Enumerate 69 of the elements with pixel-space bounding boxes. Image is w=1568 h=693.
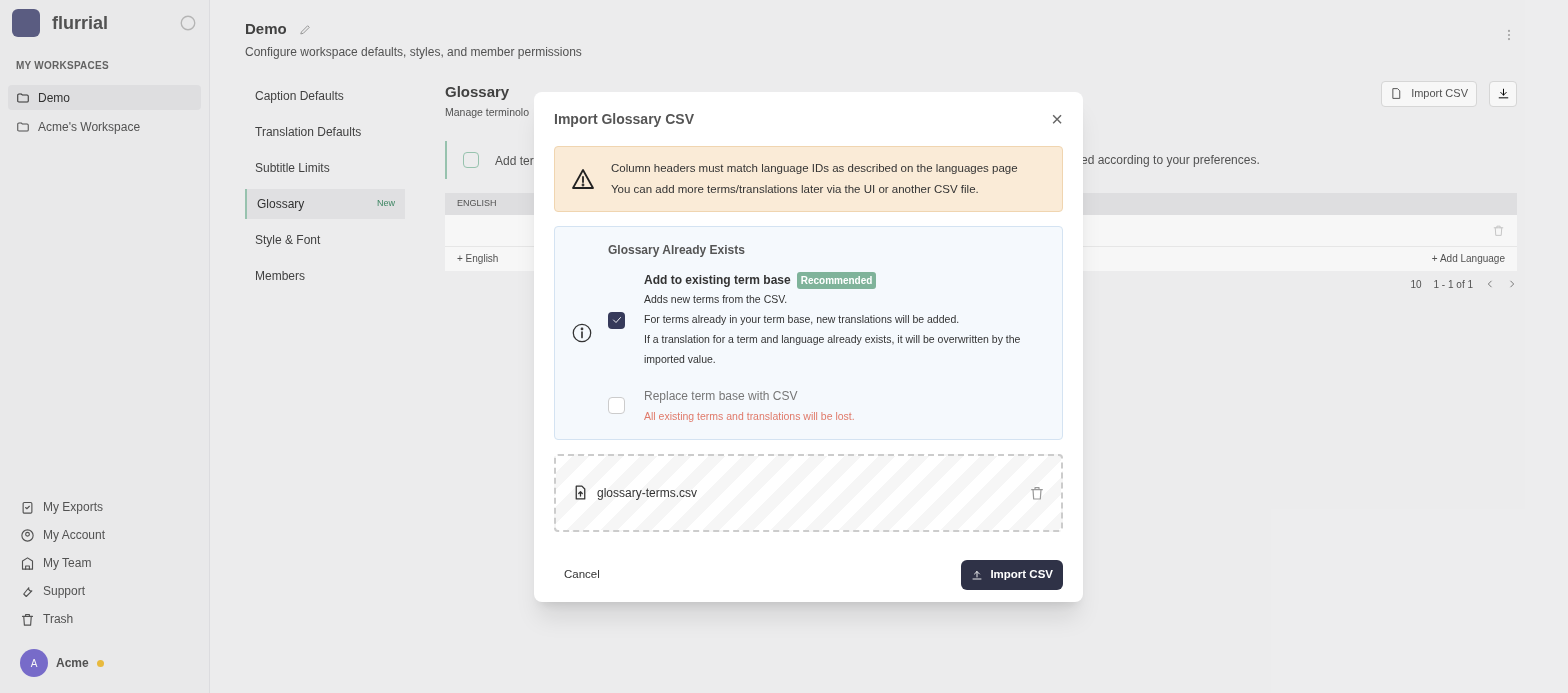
trash-icon	[20, 611, 35, 627]
upload-icon	[971, 568, 984, 581]
workspace-item[interactable]: Acme's Workspace	[8, 114, 201, 139]
section-subtitle: Manage terminolo	[445, 105, 530, 120]
section-header: MY WORKSPACES	[16, 59, 110, 73]
user-name: Acme	[56, 655, 89, 672]
warning-icon	[571, 167, 595, 191]
trash-icon	[1029, 484, 1045, 501]
building-icon	[20, 555, 35, 571]
warning-text: You can add more terms/translations later via the UI or another CSV file.	[611, 181, 980, 197]
trash-icon	[1492, 223, 1505, 237]
page-size-select[interactable]: 10	[1410, 276, 1422, 292]
sidebar-toggle-icon	[179, 14, 197, 32]
file-dropzone[interactable]: glossary-terms.csv	[554, 453, 1063, 532]
options-title: Glossary Already Exists	[608, 242, 746, 259]
logo-text: flurrial	[52, 11, 109, 35]
logo-icon	[12, 9, 40, 37]
option-description: If a translation for a term and language already exists, it will be overwritten by the imported value.	[644, 332, 1022, 367]
chevron-left-icon	[1485, 279, 1495, 290]
import-csv-button[interactable]: Import CSV	[1381, 80, 1477, 107]
checkbox-icon	[463, 151, 479, 168]
sidebar-link[interactable]: Support	[20, 581, 189, 601]
download-button[interactable]	[1489, 80, 1517, 107]
option-description: Adds new terms from the CSV.	[644, 292, 789, 307]
settings-tab[interactable]: Translation Defaults	[245, 116, 405, 147]
import-button[interactable]: Import CSV	[961, 559, 1063, 590]
delete-file-button[interactable]	[1029, 484, 1045, 501]
settings-tab[interactable]: Subtitle Limits	[245, 152, 405, 183]
dialog-title: Import Glossary CSV	[554, 109, 695, 129]
recommended-badge: Recommended	[796, 271, 877, 289]
page-subtitle: Configure workspace defaults, styles, and member permissions	[245, 43, 582, 61]
add-language-link[interactable]: + Add Language	[1431, 251, 1505, 267]
banner-text: Add ter	[495, 153, 534, 168]
languages-link[interactable]: languages page	[935, 162, 1018, 175]
sidebar-link[interactable]: Trash	[20, 609, 189, 629]
page-range: 1 - 1 of 1	[1433, 277, 1473, 292]
avatar: A	[20, 649, 48, 677]
checkbox[interactable]	[608, 311, 625, 329]
person-circle-icon	[20, 527, 35, 543]
option-description: For terms already in your term base, new translations will be added.	[644, 312, 961, 327]
sidebar-link[interactable]: My Exports	[20, 497, 189, 517]
add-row-link[interactable]: + English	[457, 251, 499, 267]
section-title: Glossary	[445, 81, 510, 102]
sidebar-link[interactable]: My Account	[20, 525, 189, 545]
column-header: ENGLISH	[457, 197, 497, 210]
new-label: New	[377, 196, 395, 210]
settings-tab[interactable]: Caption Defaults	[245, 80, 405, 111]
option-label: Add to existing term base	[644, 272, 791, 289]
warning-text: Column headers must match language IDs as described on the languages page	[611, 161, 1018, 177]
checkbox[interactable]	[608, 397, 625, 415]
pencil-icon	[298, 22, 312, 36]
settings-tab[interactable]: Members	[245, 260, 405, 291]
folder-icon	[16, 119, 30, 134]
page-title: Demo	[245, 19, 287, 39]
file-name: glossary-terms.csv	[597, 484, 698, 502]
cancel-button[interactable]: Cancel	[554, 559, 610, 590]
settings-tab[interactable]: Style & Font	[245, 224, 405, 255]
sidebar-link[interactable]: My Team	[20, 553, 189, 573]
chevron-right-icon	[1507, 279, 1517, 290]
close-button[interactable]: ×	[1051, 109, 1063, 129]
danger-note: All existing terms and translations will be lost.	[644, 409, 855, 424]
workspace-item[interactable]: Demo	[8, 85, 201, 110]
info-icon	[571, 321, 593, 344]
clipboard-icon	[20, 499, 35, 515]
folder-icon	[16, 90, 30, 105]
check-icon	[610, 314, 623, 326]
settings-tab[interactable]: Glossary New	[245, 188, 405, 219]
option-label: Replace term base with CSV	[644, 388, 798, 405]
download-icon	[1496, 87, 1510, 100]
